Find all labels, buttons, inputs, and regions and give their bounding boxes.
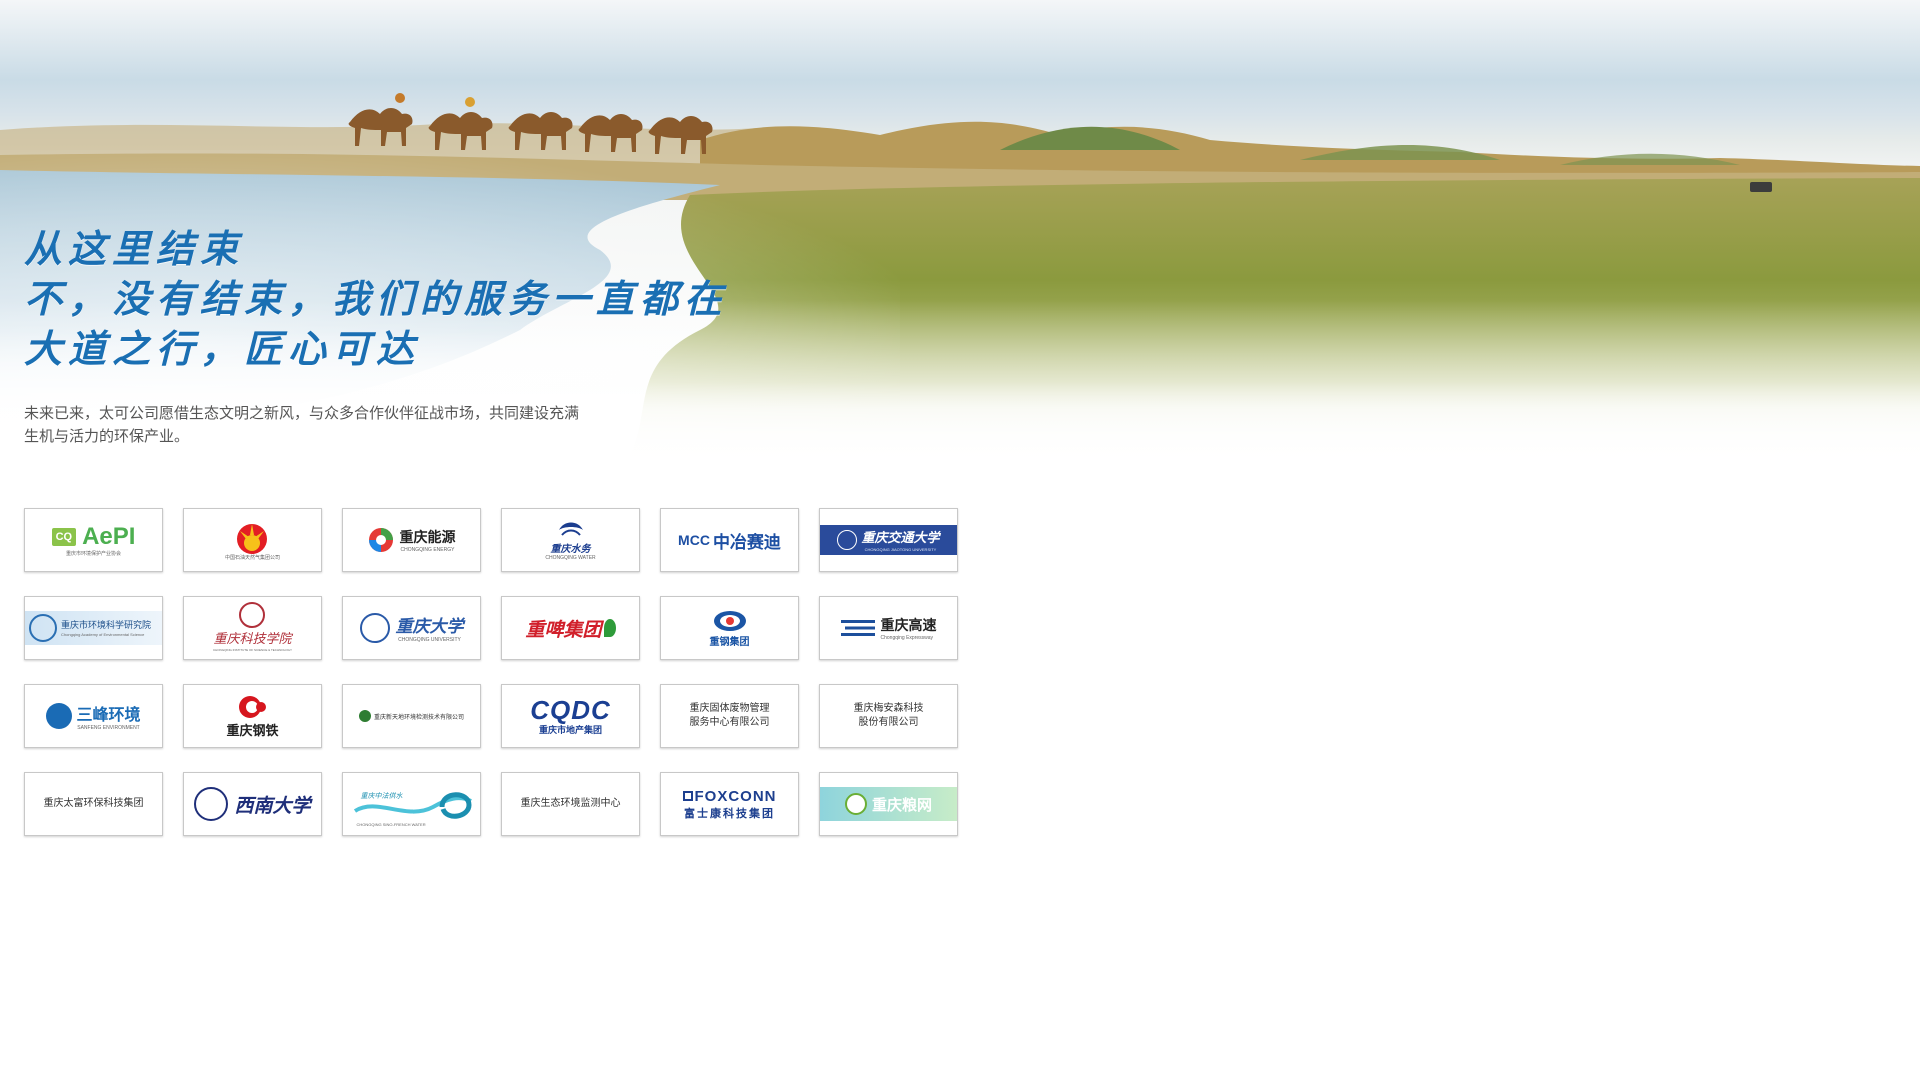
partner-logo-chongqing-jiaotong-university[interactable]: 重庆交通大学 CHONGQING JIAOTONG UNIVERSITY xyxy=(819,508,958,572)
partner-logo-chongqing-zhongfa-water[interactable]: 重庆中法供水 CHONGQING SINO-FRENCH WATER xyxy=(342,772,481,836)
logo-text: 重庆高速 xyxy=(880,616,937,633)
logo-text: 重庆梅安森科技 股份有限公司 xyxy=(853,703,924,728)
logo-subtext: Chongqing Expressway xyxy=(880,634,934,641)
logo-text: 重庆钢铁 xyxy=(226,722,279,738)
logo-subtext: CHONGQING UNIVERSITY xyxy=(398,637,461,643)
partner-logo-cq-academy-environmental-science[interactable]: 重庆市环境科学研究院 Chongqing Academy of Environm… xyxy=(24,596,163,660)
partner-logo-chongqing-eco-monitoring[interactable]: 重庆生态环境监测中心 xyxy=(501,772,640,836)
logo-text: AePI xyxy=(82,522,136,550)
logo-text: 中冶赛迪 xyxy=(712,532,781,552)
leaf-icon xyxy=(603,619,616,637)
energy-swirl-icon xyxy=(368,528,393,552)
logo-text: 三峰环境 xyxy=(76,706,141,724)
university-seal-icon xyxy=(359,613,390,643)
headline-line-1: 从这里结束 xyxy=(24,226,245,271)
partner-logo-chongqing-expressway[interactable]: 重庆高速 Chongqing Expressway xyxy=(819,596,958,660)
logo-text: 重庆科技学院 xyxy=(213,631,292,646)
logo-text: 重庆大学 xyxy=(395,617,464,636)
logo-text: 重庆能源 xyxy=(399,528,456,545)
partner-logo-foxconn[interactable]: FOXCONN 富士康科技集团 xyxy=(660,772,799,836)
logo-text: 西南大学 xyxy=(234,795,311,817)
logo-text: 重庆市环境科学研究院 xyxy=(61,620,152,630)
academy-seal-icon xyxy=(29,614,57,642)
headline-block: 从这里结束 不，没有结束，我们的服务一直都在 大道之行，匠心可达 xyxy=(24,224,728,374)
partner-logo-chongqing-grain[interactable]: 重庆粮网 xyxy=(819,772,958,836)
logo-text: 重庆生态环境监测中心 xyxy=(520,798,621,809)
eye-swoosh-icon xyxy=(713,610,746,631)
partner-logo-chongqing-xintianyi[interactable]: 重庆新天地环境检测技术有限公司 xyxy=(342,684,481,748)
university-seal-icon xyxy=(837,530,858,550)
sanfeng-wave-icon xyxy=(46,703,73,729)
logo-text: 重庆新天地环境检测技术有限公司 xyxy=(373,714,464,721)
partner-logo-cq-aepi[interactable]: CQ AePI 重庆市环境保护产业协会 xyxy=(24,508,163,572)
logo-subtext: CHONGQING WATER xyxy=(545,555,596,561)
partner-logo-chongqing-meiansen[interactable]: 重庆梅安森科技 股份有限公司 xyxy=(819,684,958,748)
logo-subtext: SANFENG ENVIRONMENT xyxy=(77,724,140,731)
logo-text: 重钢集团 xyxy=(709,636,750,648)
logo-text: 重啤集团 xyxy=(525,619,602,641)
logo-subtext: 重庆市地产集团 xyxy=(538,724,602,735)
partner-logo-chongqing-university[interactable]: 重庆大学 CHONGQING UNIVERSITY xyxy=(342,596,481,660)
company-mark-icon xyxy=(358,710,371,722)
logo-subtext: CHONGQING JIAOTONG UNIVERSITY xyxy=(864,547,937,552)
partner-logo-southwest-university[interactable]: 西南大学 xyxy=(183,772,322,836)
steel-swirl-icon xyxy=(239,695,267,718)
partner-logo-sanfeng-environment[interactable]: 三峰环境 SANFENG ENVIRONMENT xyxy=(24,684,163,748)
logo-subtext: 中国石油天然气集团公司 xyxy=(224,554,280,561)
green-hill-3 xyxy=(1560,153,1740,165)
logo-subtext: CHONGQING INSTITUTE OF SCIENCE & TECHNOL… xyxy=(213,648,292,652)
logo-text: 重庆中法供水 xyxy=(360,792,403,800)
university-seal-icon xyxy=(194,787,229,821)
partner-logo-chongqing-taifu[interactable]: 重庆太富环保科技集团 xyxy=(24,772,163,836)
partner-logo-cqdc[interactable]: CQDC 重庆市地产集团 xyxy=(501,684,640,748)
partner-logo-chongqing-solid-waste-center[interactable]: 重庆固体废物管理 服务中心有限公司 xyxy=(660,684,799,748)
logo-text: 重庆粮网 xyxy=(871,796,932,814)
expressway-lines-icon xyxy=(840,620,875,636)
distant-vehicle xyxy=(1750,182,1772,192)
mcc-mark-text: MCC xyxy=(678,532,710,548)
grain-icon xyxy=(844,793,867,815)
partner-logo-chongqing-iron-steel-group[interactable]: 重钢集团 xyxy=(660,596,799,660)
logo-text: CQDC xyxy=(530,694,611,725)
logo-text: FOXCONN xyxy=(694,787,777,805)
academy-emblem-icon xyxy=(239,602,266,628)
partner-logo-chongqing-steel[interactable]: 重庆钢铁 xyxy=(183,684,322,748)
partner-logo-chongqing-energy[interactable]: 重庆能源 CHONGQING ENERGY xyxy=(342,508,481,572)
logo-subtext: 重庆市环境保护产业协会 xyxy=(65,550,121,557)
logo-text: 重庆水务 xyxy=(550,544,591,555)
foxconn-square-icon xyxy=(682,791,693,801)
headline-line-2: 不，没有结束，我们的服务一直都在 xyxy=(24,276,729,321)
partner-logo-mcc-cisdi[interactable]: MCC 中冶赛迪 xyxy=(660,508,799,572)
logo-subtext: CHONGQING ENERGY xyxy=(400,546,455,553)
partner-logo-cnpc[interactable]: 中国石油天然气集团公司 xyxy=(183,508,322,572)
water-wave-icon xyxy=(558,522,583,536)
partner-logo-chongqing-water[interactable]: 重庆水务 CHONGQING WATER xyxy=(501,508,640,572)
logo-text: 重庆固体废物管理 服务中心有限公司 xyxy=(689,703,770,728)
headline-line-3: 大道之行，匠心可达 xyxy=(24,326,421,371)
logo-subtext: Chongqing Academy of Environmental Scien… xyxy=(61,632,145,637)
partner-logo-grid: CQ AePI 重庆市环境保护产业协会 中国石油天然气集团公司 重庆能源 CHO… xyxy=(24,508,958,836)
logo-text: 重庆交通大学 xyxy=(861,530,940,545)
logo-text: 重庆太富环保科技集团 xyxy=(43,798,144,809)
cnpc-petal-icon xyxy=(237,523,268,554)
partner-logo-chongqing-brewery-group[interactable]: 重啤集团 xyxy=(501,596,640,660)
logo-subtext: 富士康科技集团 xyxy=(684,807,775,820)
partner-logo-chongqing-academy-science-technology[interactable]: 重庆科技学院 CHONGQING INSTITUTE OF SCIENCE & … xyxy=(183,596,322,660)
logo-subtext: CHONGQING SINO-FRENCH WATER xyxy=(356,822,426,827)
cq-badge-icon: CQ xyxy=(51,527,77,546)
intro-paragraph: 未来已来，太可公司愿借生态文明之新风，与众多合作伙伴征战市场，共同建设充满 生机… xyxy=(24,405,580,445)
